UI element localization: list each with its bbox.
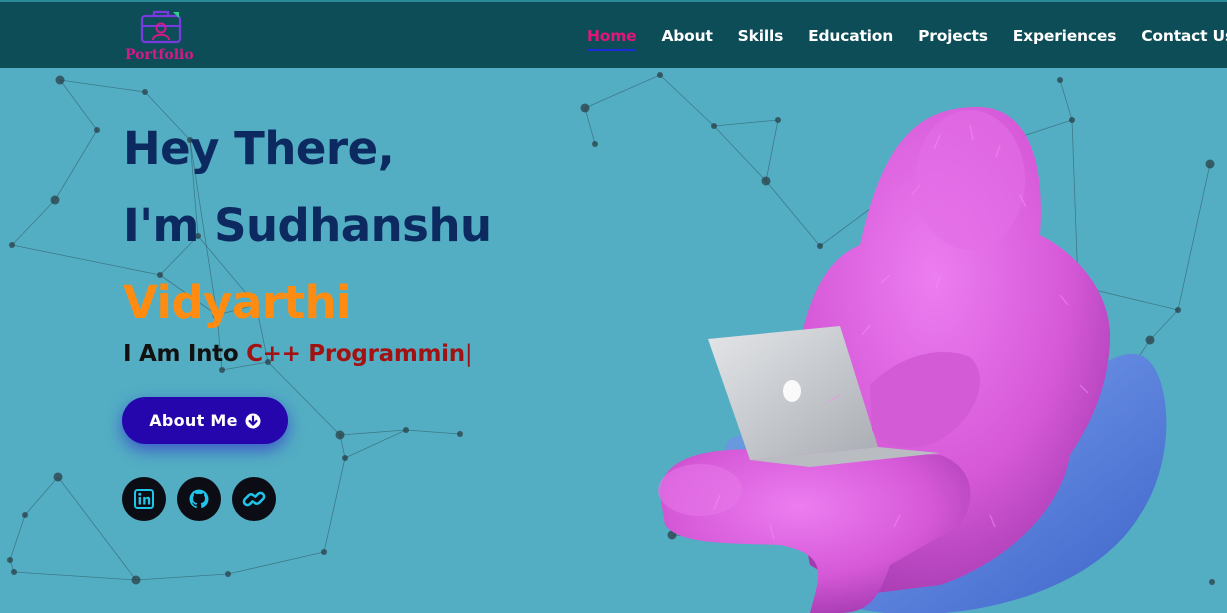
particle-dot <box>592 141 598 147</box>
particle-dot <box>131 575 141 585</box>
nav-education[interactable]: Education <box>808 27 893 49</box>
particle-dot <box>7 557 13 563</box>
nav-menu: Home About Skills Education Projects Exp… <box>587 26 1227 51</box>
particle-dot <box>9 242 15 248</box>
nav-home[interactable]: Home <box>587 27 637 51</box>
particle-dot <box>53 472 63 482</box>
particle-link <box>59 79 98 131</box>
link-icon <box>242 491 266 507</box>
nav-contact-us[interactable]: Contact Us <box>1141 27 1227 49</box>
particle-dot <box>225 571 231 577</box>
header-navbar: Portfolio Home About Skills Education Pr… <box>0 0 1227 68</box>
particle-link <box>584 107 596 145</box>
particle-link <box>9 514 26 561</box>
particle-link <box>13 571 137 581</box>
github-icon <box>189 489 209 509</box>
particle-dot <box>1057 77 1063 83</box>
hero-illustration <box>658 106 1167 613</box>
nav-projects[interactable]: Projects <box>918 27 988 49</box>
particle-dot <box>50 195 60 205</box>
github-link[interactable] <box>177 477 221 521</box>
particle-link <box>59 79 146 93</box>
particle-dot <box>321 549 327 555</box>
linkedin-link[interactable] <box>122 477 166 521</box>
particle-dot <box>219 367 225 373</box>
linkedin-icon <box>134 489 154 509</box>
hero-intro: I'm Sudhanshu <box>123 199 492 252</box>
particle-link <box>54 129 98 201</box>
particle-link <box>323 457 346 553</box>
typed-prefix: I Am Into <box>123 341 247 367</box>
particle-dot <box>142 89 148 95</box>
logo-text: Portfolio <box>125 47 194 63</box>
briefcase-user-icon <box>140 10 182 44</box>
typed-word: C++ Programmin <box>246 341 465 367</box>
particle-dot <box>94 127 100 133</box>
particle-link <box>11 199 56 246</box>
particle-dot <box>403 427 409 433</box>
hero-title: Hey There, I'm Sudhanshu Vidyarthi <box>123 110 492 341</box>
typed-cursor: | <box>464 341 473 367</box>
particle-dot <box>580 103 590 113</box>
particle-dot <box>457 431 463 437</box>
particle-dot <box>342 455 348 461</box>
nav-skills[interactable]: Skills <box>738 27 784 49</box>
about-me-label: About Me <box>149 411 238 430</box>
particle-dot <box>11 569 17 575</box>
particle-link <box>135 573 229 581</box>
particle-link <box>24 476 59 516</box>
hero-name: Vidyarthi <box>123 276 352 329</box>
hero-greeting: Hey There, <box>123 122 395 175</box>
typed-tagline: I Am Into C++ Programmin| <box>123 341 473 367</box>
particle-link <box>227 551 325 575</box>
particle-dot <box>22 512 28 518</box>
nav-experiences[interactable]: Experiences <box>1013 27 1117 49</box>
logo[interactable]: Portfolio <box>122 6 202 66</box>
social-links <box>122 477 276 521</box>
particle-dot <box>55 75 65 85</box>
particle-dot <box>335 430 345 440</box>
arrow-circle-down-icon <box>245 413 261 428</box>
about-me-button[interactable]: About Me <box>122 397 288 444</box>
particle-link <box>405 429 461 435</box>
nav-about[interactable]: About <box>661 27 712 49</box>
website-link[interactable] <box>232 477 276 521</box>
particle-dot <box>657 72 663 78</box>
